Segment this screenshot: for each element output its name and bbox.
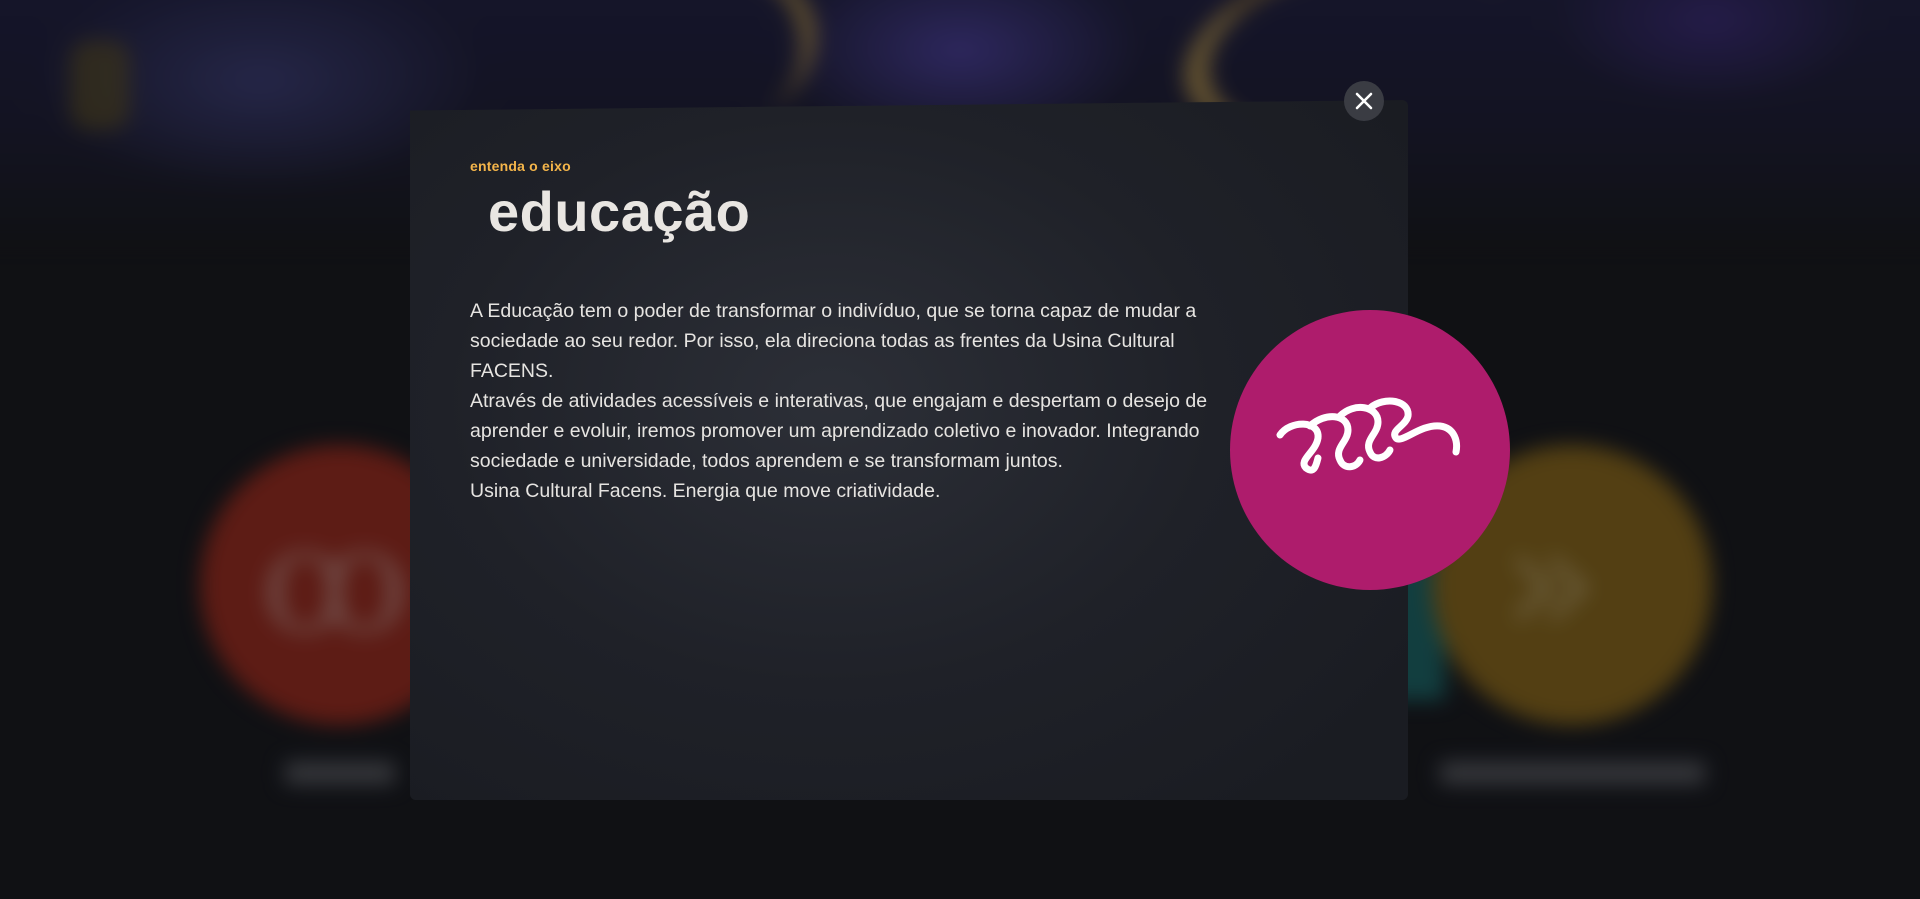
modal-eyebrow: entenda o eixo: [470, 158, 571, 174]
education-emblem: [1230, 310, 1510, 590]
page: ꝏ » entenda o eixo educação A Educação t…: [0, 0, 1920, 899]
description-paragraph: Através de atividades acessíveis e inter…: [470, 390, 1208, 472]
close-button[interactable]: [1344, 81, 1384, 121]
close-icon: [1355, 92, 1373, 110]
description-paragraph: A Educação tem o poder de transformar o …: [470, 300, 1197, 382]
modal-description: A Educação tem o poder de transformar o …: [470, 296, 1210, 506]
modal-title: educação: [488, 180, 751, 243]
description-paragraph: Usina Cultural Facens. Energia que move …: [470, 480, 941, 502]
education-wave-icon: [1276, 397, 1461, 474]
